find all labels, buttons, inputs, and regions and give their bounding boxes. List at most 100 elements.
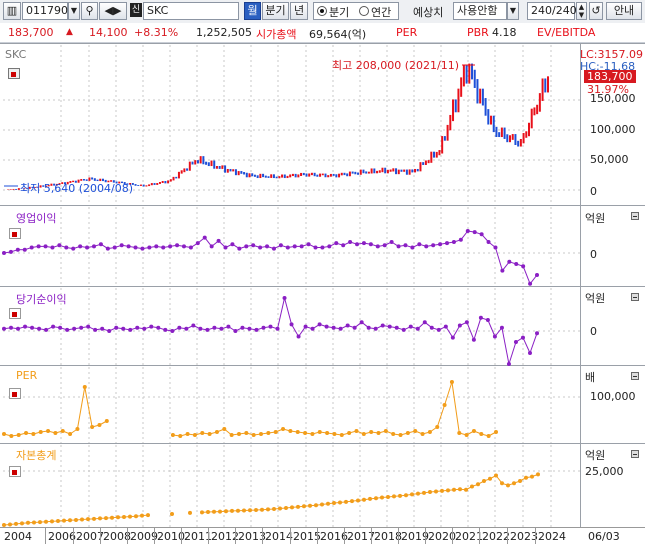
- x-tick-mark: [154, 528, 155, 544]
- equity-point: [536, 472, 540, 476]
- x-tick-2014: 2014: [265, 530, 293, 543]
- per-y-tick: 100,000: [590, 390, 636, 403]
- pbr-value: 4.18: [492, 26, 517, 39]
- ev-ebitda-label: EV/EBITDA: [537, 26, 595, 39]
- price-change: 14,100: [89, 26, 128, 39]
- x-tick-mark: [181, 528, 182, 544]
- mcap-label: 시가총액: [256, 26, 296, 42]
- panel-bg-4: [0, 443, 645, 527]
- high-annotation: 최고 208,000 (2021/11): [332, 57, 459, 73]
- quote-bar: 183,700 ▲ 14,100 +8.31% 1,252,505 시가총액 6…: [0, 23, 645, 43]
- x-tick-mark: [507, 528, 508, 544]
- x-tick-mark: [127, 528, 128, 544]
- month-button[interactable]: 월: [244, 2, 261, 20]
- equity-point: [188, 511, 192, 515]
- per-label: PER: [396, 26, 417, 39]
- y-tick-150000: 150,000: [590, 92, 636, 105]
- panel-bg-3: [0, 365, 645, 443]
- radio-annual-label[interactable]: 연간: [371, 4, 391, 20]
- search-icon[interactable]: ⚲: [81, 2, 98, 20]
- price-panel-title: SKC: [5, 48, 26, 61]
- per-legend-icon[interactable]: [9, 388, 21, 399]
- estimate-dropdown-icon[interactable]: ▼: [507, 2, 519, 20]
- year-button[interactable]: 년: [290, 2, 308, 20]
- net-income-legend-icon[interactable]: [9, 308, 21, 319]
- equity-unit: 억원: [585, 447, 605, 463]
- per-point: [105, 419, 109, 423]
- equity-y-tick: 25,000: [585, 465, 624, 478]
- per-point: [494, 430, 498, 434]
- volume: 1,252,505: [196, 26, 252, 39]
- x-tick-mark: [344, 528, 345, 544]
- toolbar: ▥ 011790 ▼ ⚲ ◀▶ 신 SKC 월 분기 년 분기 연간 예상치 사…: [0, 0, 645, 24]
- stepper-icon[interactable]: ◀▶: [99, 2, 127, 20]
- x-tick-mark: [262, 528, 263, 544]
- per-collapse-icon[interactable]: [631, 372, 639, 380]
- low-annotation: 최저 5,640 (2004/08): [20, 180, 133, 196]
- x-tick-mark: [398, 528, 399, 544]
- radio-annual-icon[interactable]: [359, 6, 369, 16]
- op-income-collapse-icon[interactable]: [631, 212, 639, 220]
- net-income-title: 당기순이익: [16, 291, 67, 307]
- mcap-value: 69,564(억): [309, 26, 366, 42]
- net-income-collapse-icon[interactable]: [631, 293, 639, 301]
- stock-tag-badge: 신: [130, 3, 142, 17]
- op-income-legend-icon[interactable]: [9, 228, 21, 239]
- pbr-label: PBR: [467, 26, 489, 39]
- op-income-title: 영업이익: [16, 210, 56, 226]
- count-stepper-icon[interactable]: ▲▼: [576, 2, 587, 20]
- up-arrow-icon: ▲: [66, 27, 73, 37]
- quarter-button[interactable]: 분기: [262, 2, 289, 20]
- per-title: PER: [16, 369, 37, 382]
- y-tick-0: 0: [590, 185, 597, 198]
- equity-title: 자본총계: [16, 447, 56, 463]
- x-tick-mark: [479, 528, 480, 544]
- op-income-y-tick-0: 0: [590, 248, 597, 261]
- x-tick-mark: [317, 528, 318, 544]
- equity-collapse-icon[interactable]: [631, 450, 639, 458]
- price-change-pct: +8.31%: [134, 26, 178, 39]
- op-income-unit: 억원: [585, 210, 605, 226]
- x-tick-mark: [452, 528, 453, 544]
- per-unit: 배: [585, 369, 595, 385]
- radio-quarter-icon[interactable]: [317, 6, 327, 16]
- guide-button[interactable]: 안내: [606, 2, 642, 20]
- net-income-y-tick-0: 0: [590, 325, 597, 338]
- x-tick-mark: [45, 528, 46, 544]
- count-field: 240/240: [527, 2, 575, 20]
- period-radio-group: 분기 연간: [313, 2, 399, 20]
- x-tick-mark: [535, 528, 536, 544]
- chart-area[interactable]: SKC LC:3157.09 HC:-11.68 183,700 31.97% …: [0, 43, 645, 529]
- x-tick-mark: [425, 528, 426, 544]
- grid-toggle-icon[interactable]: [8, 68, 20, 79]
- x-tick-mark: [73, 528, 74, 544]
- equity-legend-icon[interactable]: [9, 466, 21, 477]
- code-input[interactable]: 011790: [22, 2, 68, 20]
- dropdown-arrow-icon[interactable]: ▼: [68, 2, 80, 20]
- net-income-point: [535, 331, 539, 335]
- x-tick-2006: 2006: [48, 530, 76, 543]
- radio-quarter-label[interactable]: 분기: [329, 4, 349, 20]
- x-tick-2024: 2024: [538, 530, 566, 543]
- x-tick-mark: [290, 528, 291, 544]
- x-tick-mark: [100, 528, 101, 544]
- chart-svg: [0, 43, 645, 529]
- equity-point: [146, 513, 150, 517]
- stock-name-field: SKC: [143, 2, 239, 20]
- x-tick-mark: [371, 528, 372, 544]
- x-tick-mark: [235, 528, 236, 544]
- chart-icon[interactable]: ▥: [3, 2, 21, 20]
- reset-icon[interactable]: ↺: [589, 2, 603, 20]
- current-price-tag: 183,700: [584, 70, 636, 83]
- x-axis: 2004200620072008200920102011201220132014…: [0, 527, 645, 545]
- x-tick-2004: 2004: [4, 530, 32, 543]
- current-price: 183,700: [8, 26, 54, 39]
- x-tick-2022: 2022: [482, 530, 510, 543]
- estimate-label: 예상치: [413, 4, 443, 20]
- estimate-select[interactable]: 사용안함: [453, 2, 507, 20]
- y-tick-100000: 100,000: [590, 123, 636, 136]
- equity-point: [170, 512, 174, 516]
- x-axis-date: 06/03: [588, 530, 620, 543]
- x-tick-mark: [208, 528, 209, 544]
- net-income-unit: 억원: [585, 290, 605, 306]
